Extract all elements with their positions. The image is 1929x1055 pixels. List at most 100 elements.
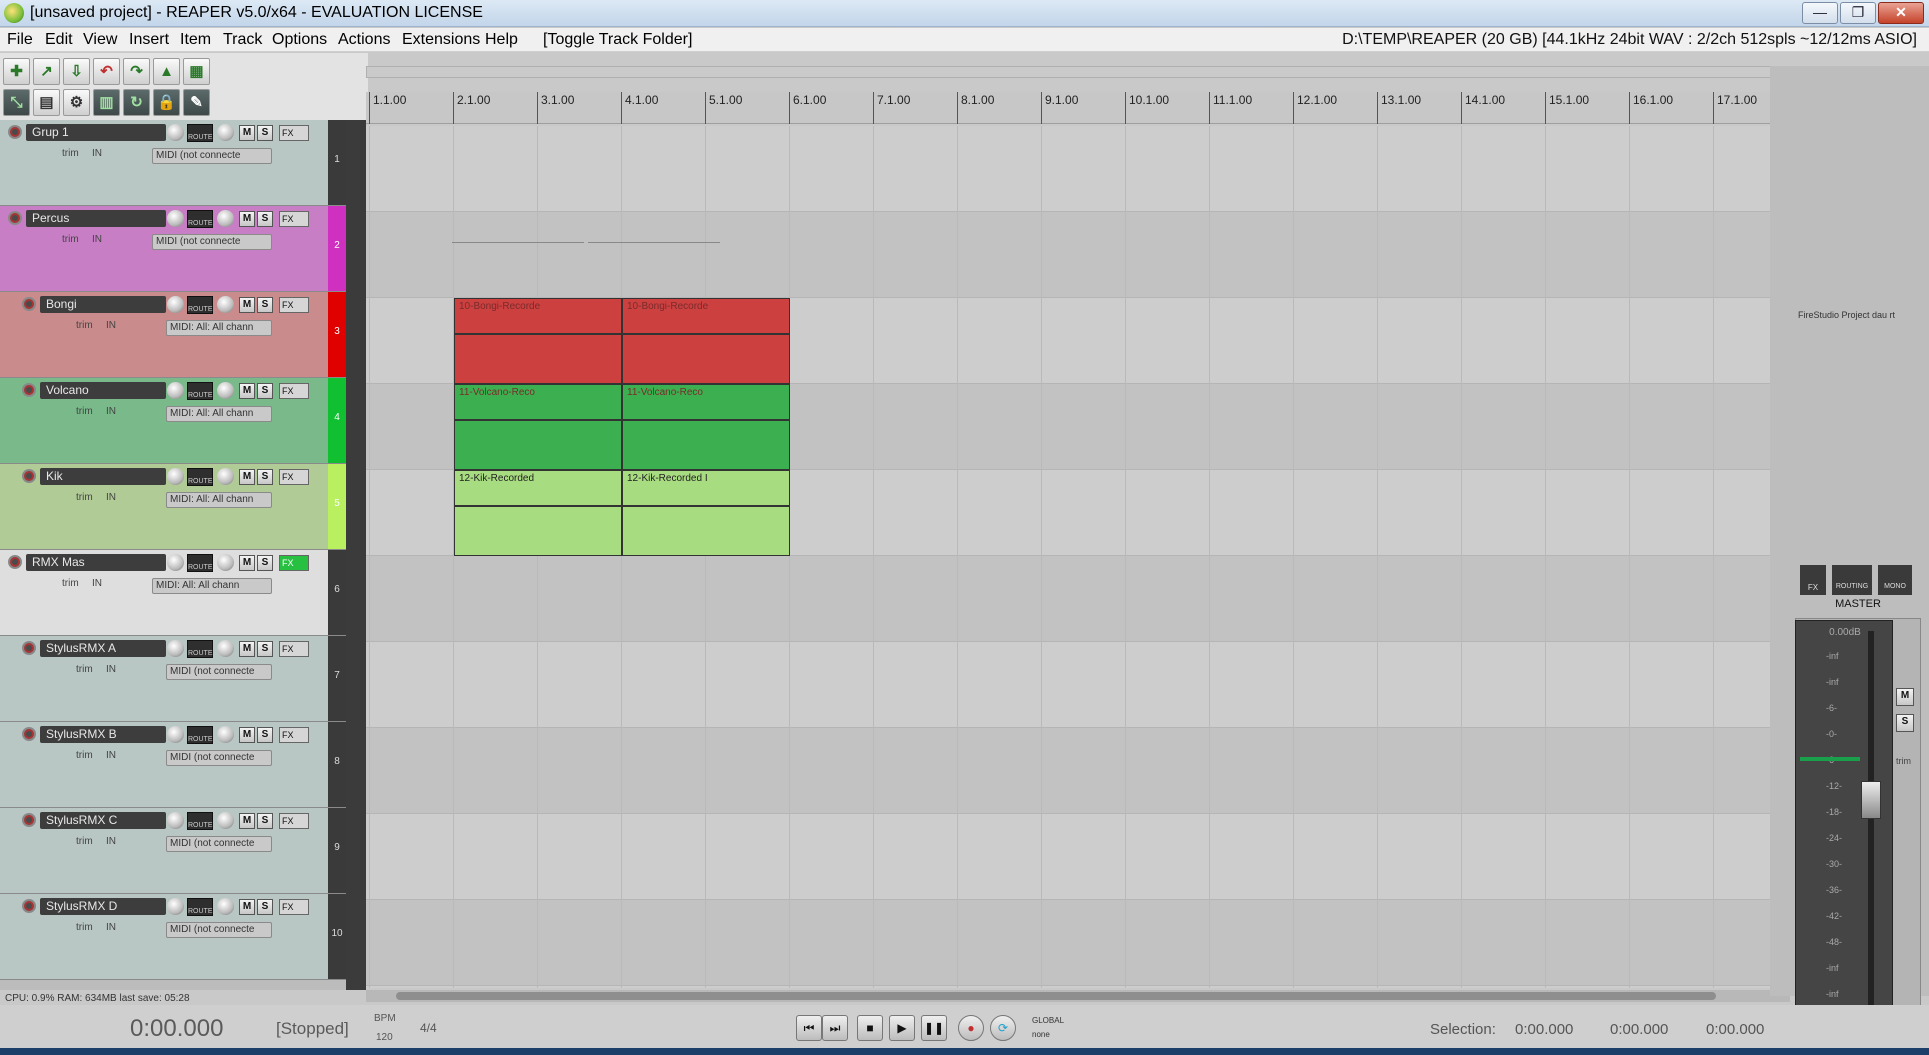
fx-button[interactable]: FX — [279, 125, 309, 141]
track-name[interactable]: StylusRMX B — [40, 726, 166, 743]
time-signature[interactable]: 4/4 — [420, 1021, 437, 1035]
minimize-button[interactable]: — — [1802, 2, 1838, 24]
route-button[interactable]: ROUTE — [187, 898, 213, 916]
automation-mode[interactable]: none — [1032, 1030, 1050, 1039]
fx-button[interactable]: FX — [279, 211, 309, 227]
volume-knob[interactable] — [167, 554, 184, 571]
fx-button[interactable]: FX — [279, 297, 309, 313]
horizontal-scrollbar[interactable] — [366, 990, 1790, 1002]
menu-view[interactable]: View — [83, 31, 117, 49]
pan-knob[interactable] — [217, 382, 234, 399]
volume-knob[interactable] — [167, 726, 184, 743]
global-automation-label[interactable]: GLOBAL — [1032, 1016, 1064, 1025]
track-lane[interactable] — [366, 556, 1770, 642]
item-grouping-icon[interactable]: ▤ — [33, 89, 60, 116]
track-name[interactable]: StylusRMX A — [40, 640, 166, 657]
volume-knob[interactable] — [167, 210, 184, 227]
track-row[interactable]: StylusRMX A ROUTE M S FX trim IN MIDI (not conn… — [0, 636, 346, 722]
solo-button[interactable]: S — [257, 469, 273, 485]
track-lane[interactable] — [366, 728, 1770, 814]
volume-knob[interactable] — [167, 468, 184, 485]
mute-button[interactable]: M — [239, 211, 255, 227]
record-arm-icon[interactable] — [8, 555, 22, 569]
route-button[interactable]: ROUTE — [187, 726, 213, 744]
solo-button[interactable]: S — [257, 727, 273, 743]
solo-button[interactable]: S — [257, 641, 273, 657]
volume-knob[interactable] — [167, 382, 184, 399]
input-select[interactable]: MIDI: All: All chann — [152, 578, 272, 594]
record-arm-icon[interactable] — [22, 641, 36, 655]
track-name[interactable]: Grup 1 — [26, 124, 166, 141]
input-select[interactable]: MIDI (not connecte — [152, 148, 272, 164]
close-button[interactable]: ✕ — [1878, 2, 1924, 24]
menu-file[interactable]: File — [7, 31, 33, 49]
lock-icon[interactable]: 🔒 — [153, 89, 180, 116]
pencil-icon[interactable]: ✎ — [183, 89, 210, 116]
route-button[interactable]: ROUTE — [187, 296, 213, 314]
mute-button[interactable]: M — [239, 469, 255, 485]
metronome-icon[interactable]: ▲ — [153, 58, 180, 85]
track-name[interactable]: RMX Mas — [26, 554, 166, 571]
record-arm-icon[interactable] — [22, 297, 36, 311]
input-select[interactable]: MIDI: All: All chann — [166, 320, 272, 336]
mute-button[interactable]: M — [239, 641, 255, 657]
selection-start[interactable]: 0:00.000 — [1515, 1021, 1573, 1038]
volume-knob[interactable] — [167, 296, 184, 313]
volume-knob[interactable] — [167, 812, 184, 829]
pan-knob[interactable] — [217, 726, 234, 743]
track-row[interactable]: Grup 1 ROUTE M S FX trim IN MIDI (not connecte 1 — [0, 120, 346, 206]
stop-icon[interactable]: ■ — [857, 1015, 883, 1041]
input-select[interactable]: MIDI: All: All chann — [166, 492, 272, 508]
selection-length[interactable]: 0:00.000 — [1706, 1021, 1764, 1038]
track-row[interactable]: Kik ROUTE M S FX trim IN MIDI: All: All chann 5 — [0, 464, 346, 550]
go-to-end-icon[interactable]: ⏭ — [822, 1015, 848, 1041]
track-row[interactable]: StylusRMX C ROUTE M S FX trim IN MIDI (not conn… — [0, 808, 346, 894]
track-lane[interactable] — [366, 814, 1770, 900]
solo-button[interactable]: S — [257, 899, 273, 915]
selection-end[interactable]: 0:00.000 — [1610, 1021, 1668, 1038]
media-item[interactable]: 11-Volcano-Reco — [454, 384, 622, 470]
menu-actions[interactable]: Actions — [338, 31, 390, 49]
pan-knob[interactable] — [217, 296, 234, 313]
route-button[interactable]: ROUTE — [187, 468, 213, 486]
input-select[interactable]: MIDI (not connecte — [166, 836, 272, 852]
audio-device-status[interactable]: D:\TEMP\REAPER (20 GB) [44.1kHz 24bit WA… — [1342, 31, 1917, 49]
track-lane[interactable] — [366, 126, 1770, 212]
pan-knob[interactable] — [217, 210, 234, 227]
menu-extensions[interactable]: Extensions — [402, 31, 480, 49]
fx-button[interactable]: FX — [279, 383, 309, 399]
menu-track[interactable]: Track — [223, 31, 262, 49]
track-row[interactable]: StylusRMX B ROUTE M S FX trim IN MIDI (not conn… — [0, 722, 346, 808]
scrollbar-thumb[interactable] — [396, 992, 1716, 1000]
volume-knob[interactable] — [167, 898, 184, 915]
media-item[interactable]: 10-Bongi-Recorde — [454, 298, 622, 384]
track-row[interactable]: Percus ROUTE M S FX trim IN MIDI (not connecte 2 — [0, 206, 346, 292]
record-arm-icon[interactable] — [22, 899, 36, 913]
route-button[interactable]: ROUTE — [187, 210, 213, 228]
menu-item[interactable]: Item — [180, 31, 211, 49]
mute-button[interactable]: M — [239, 383, 255, 399]
track-name[interactable]: Volcano — [40, 382, 166, 399]
fx-button[interactable]: FX — [279, 727, 309, 743]
fx-button[interactable]: FX — [279, 899, 309, 915]
open-project-icon[interactable]: ↗ — [33, 58, 60, 85]
solo-button[interactable]: S — [257, 555, 273, 571]
track-lane[interactable] — [366, 900, 1770, 986]
track-name[interactable]: Kik — [40, 468, 166, 485]
record-arm-icon[interactable] — [22, 727, 36, 741]
maximize-button[interactable]: ❐ — [1840, 2, 1876, 24]
master-routing-button[interactable]: ROUTING — [1832, 565, 1872, 595]
menu-help[interactable]: Help — [485, 31, 518, 49]
pan-knob[interactable] — [217, 468, 234, 485]
track-name[interactable]: Bongi — [40, 296, 166, 313]
save-project-icon[interactable]: ⇩ — [63, 58, 90, 85]
media-item[interactable]: 10-Bongi-Recorde — [622, 298, 790, 384]
record-arm-icon[interactable] — [8, 125, 22, 139]
record-arm-icon[interactable] — [8, 211, 22, 225]
route-button[interactable]: ROUTE — [187, 554, 213, 572]
route-button[interactable]: ROUTE — [187, 812, 213, 830]
track-row[interactable]: StylusRMX D ROUTE M S FX trim IN MIDI (not conn… — [0, 894, 346, 980]
pan-knob[interactable] — [217, 812, 234, 829]
route-button[interactable]: ROUTE — [187, 382, 213, 400]
volume-knob[interactable] — [167, 640, 184, 657]
